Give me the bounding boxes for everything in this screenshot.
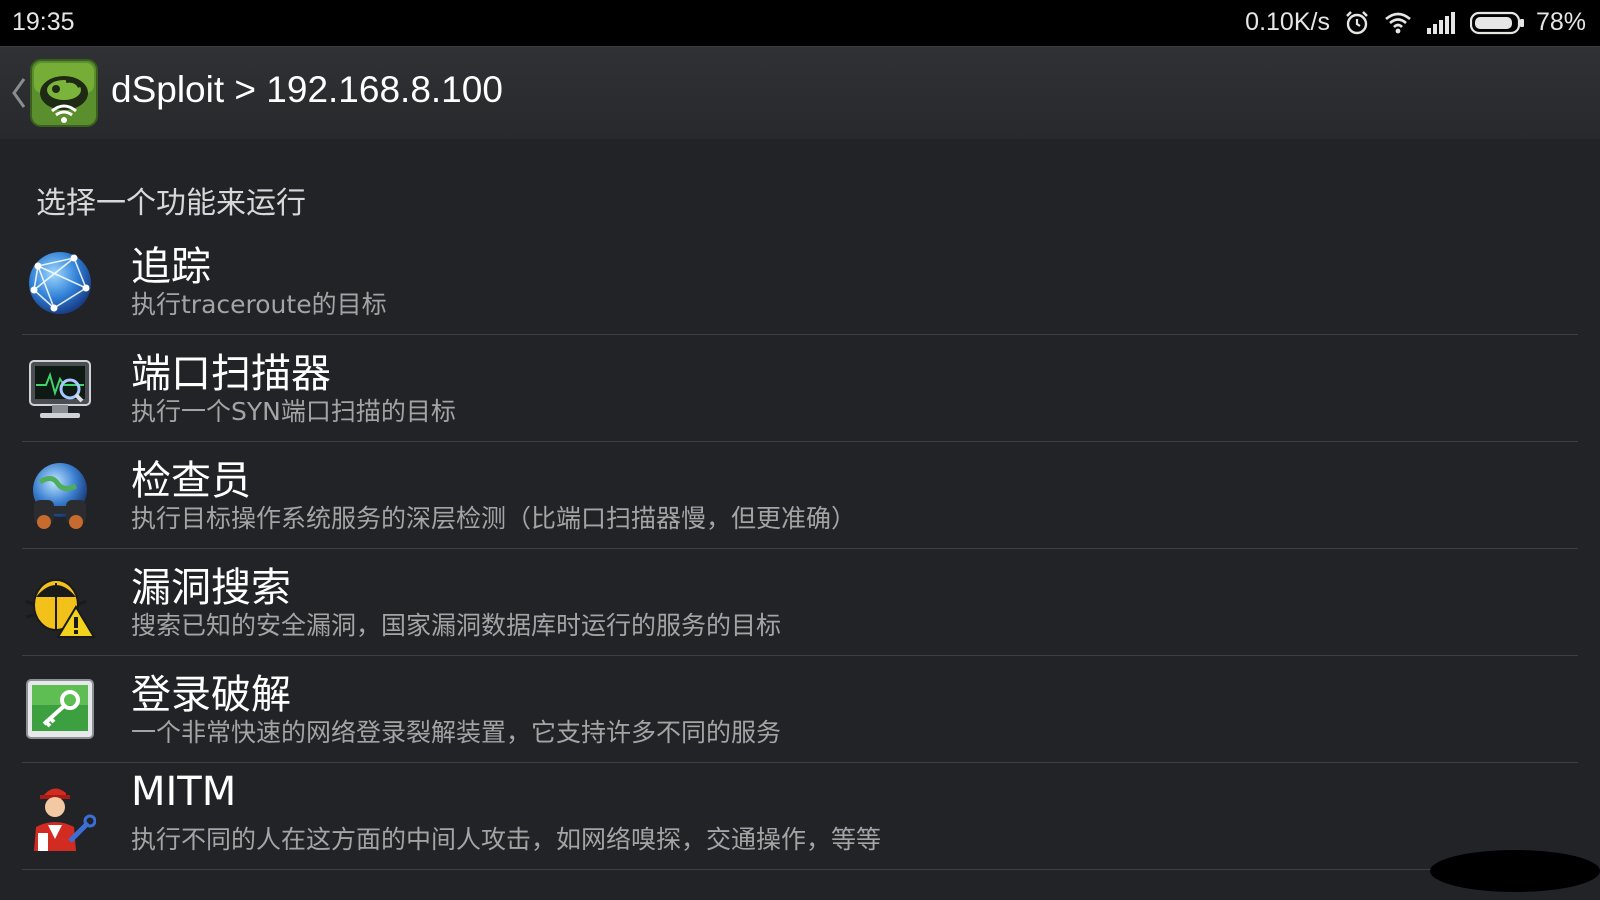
signal-icon xyxy=(1426,11,1456,35)
list-item-vuln-search[interactable]: 漏洞搜索 搜索已知的安全漏洞，国家漏洞数据库时运行的服务的目标 xyxy=(22,549,1578,656)
battery-icon xyxy=(1469,11,1526,35)
item-title: 检查员 xyxy=(131,458,251,504)
list-item-inspector[interactable]: 检查员 执行目标操作系统服务的深层检测（比端口扫描器慢，但更准确） xyxy=(22,442,1578,549)
redaction-mark xyxy=(1430,850,1600,892)
globe-binoculars-icon xyxy=(24,460,96,532)
list-item-partial[interactable] xyxy=(22,870,1578,900)
item-description: 执行traceroute的目标 xyxy=(131,290,387,319)
list-item-mitm[interactable]: MITM 执行不同的人在这方面的中间人攻击，如网络嗅探，交通操作，等等 xyxy=(22,763,1578,870)
item-description: 搜索已知的安全漏洞，国家漏洞数据库时运行的服务的目标 xyxy=(131,611,782,640)
status-time: 19:35 xyxy=(12,8,75,36)
section-header: 选择一个功能来运行 xyxy=(36,186,306,221)
battery-percent: 78% xyxy=(1535,8,1586,36)
item-title: 追踪 xyxy=(131,244,211,290)
item-description: 执行目标操作系统服务的深层检测（比端口扫描器慢，但更准确） xyxy=(131,504,857,533)
net-speed: 0.10K/s xyxy=(1245,8,1330,36)
wifi-icon xyxy=(1384,11,1412,35)
status-bar: 19:35 0.10K/s 78% xyxy=(0,0,1600,46)
monitor-scan-icon xyxy=(24,353,96,425)
man-wrench-icon xyxy=(24,781,97,853)
feature-list: 追踪 执行traceroute的目标 端口扫描器 执行一个SYN端口扫描的目标 xyxy=(22,228,1578,870)
item-title: 登录破解 xyxy=(131,672,291,718)
list-item-port-scanner[interactable]: 端口扫描器 执行一个SYN端口扫描的目标 xyxy=(22,335,1578,442)
item-title: 端口扫描器 xyxy=(131,351,331,397)
bug-warning-icon xyxy=(24,567,96,639)
item-description: 执行一个SYN端口扫描的目标 xyxy=(131,397,456,426)
item-description: 一个非常快速的网络登录裂解装置，它支持许多不同的服务 xyxy=(131,718,782,747)
dsploit-logo-icon[interactable] xyxy=(30,59,98,127)
list-item-login-cracker[interactable]: 登录破解 一个非常快速的网络登录裂解装置，它支持许多不同的服务 xyxy=(22,656,1578,763)
page-title: dSploit > 192.168.8.100 xyxy=(111,69,503,110)
alarm-icon xyxy=(1344,10,1370,36)
globe-network-icon xyxy=(24,246,96,318)
status-icons: 0.10K/s 78% xyxy=(1245,8,1586,37)
item-title: 漏洞搜索 xyxy=(131,565,291,611)
item-description: 执行不同的人在这方面的中间人攻击，如网络嗅探，交通操作，等等 xyxy=(131,825,882,854)
back-chevron-icon[interactable] xyxy=(8,71,30,115)
key-screen-icon xyxy=(24,674,96,746)
action-bar: dSploit > 192.168.8.100 xyxy=(0,46,1600,139)
item-title: MITM xyxy=(131,769,237,815)
list-item-trace[interactable]: 追踪 执行traceroute的目标 xyxy=(22,228,1578,335)
